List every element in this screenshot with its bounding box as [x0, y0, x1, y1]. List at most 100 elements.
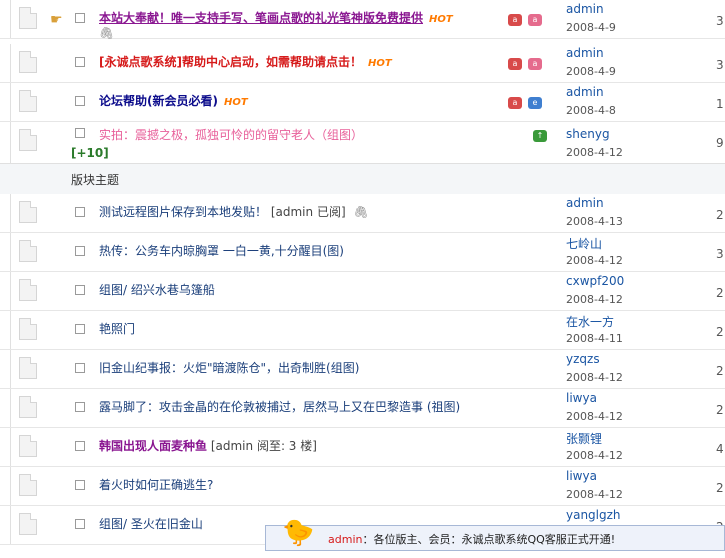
reply-count: 2 [716, 286, 724, 300]
reply-count: 2 [716, 481, 724, 495]
author-link[interactable]: liwya [566, 469, 597, 483]
document-icon [19, 129, 37, 151]
rating-icon: a [508, 58, 522, 70]
announcement-text: admin：各位版主、会员：永诚点歌系统QQ客服正式开通! [328, 533, 616, 546]
announcer: admin [328, 533, 363, 546]
paperclip-icon: 🖇 [353, 205, 369, 219]
document-icon [19, 396, 37, 418]
topic-row[interactable]: 旧金山纪事报：火炬"暗渡陈仓"，出奇制胜(组图) yzqzs 2008-4-12… [0, 350, 725, 389]
topic-title-link[interactable]: 韩国出现人面麦种鱼 [99, 439, 207, 453]
document-icon [19, 51, 37, 73]
topic-title-link[interactable]: 测试远程图片保存到本地发贴！ [99, 205, 267, 219]
document-icon [19, 240, 37, 262]
select-checkbox[interactable] [75, 363, 85, 373]
topic-title-link[interactable]: 实拍：震撼之极，孤独可怜的的留守老人（组图） [99, 128, 363, 142]
select-checkbox[interactable] [75, 96, 85, 106]
author-link[interactable]: 张颢锂 [566, 430, 602, 447]
reply-count: 3 [716, 14, 724, 28]
topic-title-link[interactable]: 组图/ 绍兴水巷乌篷船 [99, 283, 215, 297]
topic-title-link[interactable]: 论坛帮助(新会员必看) [99, 94, 218, 108]
section-label: 版块主题 [71, 173, 120, 187]
select-checkbox[interactable] [75, 128, 85, 138]
post-date: 2008-4-12 [566, 371, 623, 384]
author-link[interactable]: admin [566, 2, 604, 16]
select-checkbox[interactable] [75, 441, 85, 451]
post-date: 2008-4-12 [566, 410, 623, 423]
document-icon [19, 201, 37, 223]
topic-title-link[interactable]: 着火时如何正确逃生? [99, 478, 213, 492]
topic-badges: aa [508, 55, 548, 70]
pinned-row[interactable]: ☛ 本站大奉献！唯一支持手写、笔画点歌的礼光笔神版免费提供 HOT 🖇 aa ad… [0, 0, 725, 40]
reply-count: 2 [716, 403, 724, 417]
topic-title-link[interactable]: 本站大奉献！唯一支持手写、笔画点歌的礼光笔神版免费提供 [99, 11, 423, 25]
topic-title-link[interactable]: [永诚点歌系统]帮助中心启动，如需帮助请点击！ [99, 55, 362, 69]
post-date: 2008-4-11 [566, 332, 623, 345]
select-checkbox[interactable] [75, 57, 85, 67]
announcement-bar[interactable]: 🐤 admin：各位版主、会员：永诚点歌系统QQ客服正式开通! [265, 518, 725, 551]
select-checkbox[interactable] [75, 285, 85, 295]
topic-title-link[interactable]: 组图/ 圣火在旧金山 [99, 517, 203, 531]
post-date: 2008-4-12 [566, 488, 623, 501]
hand-icon: ☛ [50, 12, 63, 28]
rating-icon: a [508, 14, 522, 26]
topic-row[interactable]: 测试远程图片保存到本地发贴！ [admin 已阅] 🖇 admin 2008-4… [0, 194, 725, 233]
pinned-row[interactable]: [永诚点歌系统]帮助中心启动，如需帮助请点击！ HOT aa admin 2008… [0, 44, 725, 83]
mascot-icon: 🐤 [282, 518, 315, 548]
author-link[interactable]: 在水一方 [566, 313, 614, 330]
topic-badges: ↑ [533, 127, 553, 142]
select-checkbox[interactable] [75, 13, 85, 23]
author-link[interactable]: cxwpf200 [566, 274, 624, 288]
author-link[interactable]: admin [566, 196, 604, 210]
topic-badges: aa [508, 11, 548, 26]
author-link[interactable]: shenyg [566, 127, 610, 141]
hot-badge: HOT [367, 58, 392, 69]
document-icon [19, 474, 37, 496]
document-icon [19, 513, 37, 535]
topic-title-link[interactable]: 露马脚了：攻击金晶的在伦敦被捕过，居然马上又在巴黎造事 (祖图) [99, 400, 460, 414]
select-checkbox[interactable] [75, 519, 85, 529]
author-link[interactable]: 七岭山 [566, 235, 602, 252]
reply-count: 3 [716, 58, 724, 72]
topic-title-link[interactable]: 热传：公务车内晾胸罩 一白一黄,十分醒目(图) [99, 244, 344, 258]
post-date: 2008-4-12 [566, 146, 623, 159]
up-arrow-icon: ↑ [533, 130, 547, 142]
topic-title-link[interactable]: 艳照门 [99, 322, 135, 336]
author-link[interactable]: liwya [566, 391, 597, 405]
author-link[interactable]: yzqzs [566, 352, 600, 366]
select-checkbox[interactable] [75, 324, 85, 334]
read-status: [admin 已阅] [270, 205, 346, 219]
document-icon [19, 357, 37, 379]
post-date: 2008-4-9 [566, 65, 616, 78]
rating-icon: a [508, 97, 522, 109]
topic-row[interactable]: 着火时如何正确逃生? liwya 2008-4-12 2 [0, 467, 725, 506]
rating-plus: [+10] [71, 146, 109, 160]
read-status: [admin 阅至: 3 楼] [210, 439, 317, 453]
author-link[interactable]: admin [566, 85, 604, 99]
author-link[interactable]: yanglgzh [566, 508, 621, 522]
topic-row[interactable]: 韩国出现人面麦种鱼 [admin 阅至: 3 楼] 张颢锂 2008-4-12 … [0, 428, 725, 467]
pinned-row[interactable]: 实拍：震撼之极，孤独可怜的的留守老人（组图） [+10] ↑ shenyg 20… [0, 122, 725, 167]
topic-row[interactable]: 组图/ 绍兴水巷乌篷船 cxwpf200 2008-4-12 2 [0, 272, 725, 311]
paperclip-icon: 🖇 [99, 26, 115, 40]
post-date: 2008-4-8 [566, 104, 616, 117]
topic-row[interactable]: 艳照门 在水一方 2008-4-11 2 [0, 311, 725, 350]
author-link[interactable]: admin [566, 46, 604, 60]
reply-count: 4 [716, 442, 724, 456]
document-icon [19, 279, 37, 301]
document-icon [19, 435, 37, 457]
topic-row[interactable]: 热传：公务车内晾胸罩 一白一黄,十分醒目(图) 七岭山 2008-4-12 3 [0, 233, 725, 272]
select-checkbox[interactable] [75, 207, 85, 217]
select-checkbox[interactable] [75, 402, 85, 412]
select-checkbox[interactable] [75, 480, 85, 490]
select-checkbox[interactable] [75, 246, 85, 256]
reply-count: 2 [716, 364, 724, 378]
reply-count: 2 [716, 208, 724, 222]
announcement-message: 各位版主、会员：永诚点歌系统QQ客服正式开通! [373, 533, 616, 546]
document-icon [19, 318, 37, 340]
topic-row[interactable]: 露马脚了：攻击金晶的在伦敦被捕过，居然马上又在巴黎造事 (祖图) liwya 2… [0, 389, 725, 428]
post-date: 2008-4-9 [566, 21, 616, 34]
pinned-row[interactable]: 论坛帮助(新会员必看) HOT ae admin 2008-4-8 1 [0, 83, 725, 122]
document-icon [19, 7, 37, 29]
reply-count: 1 [716, 97, 724, 111]
topic-title-link[interactable]: 旧金山纪事报：火炬"暗渡陈仓"，出奇制胜(组图) [99, 361, 359, 375]
